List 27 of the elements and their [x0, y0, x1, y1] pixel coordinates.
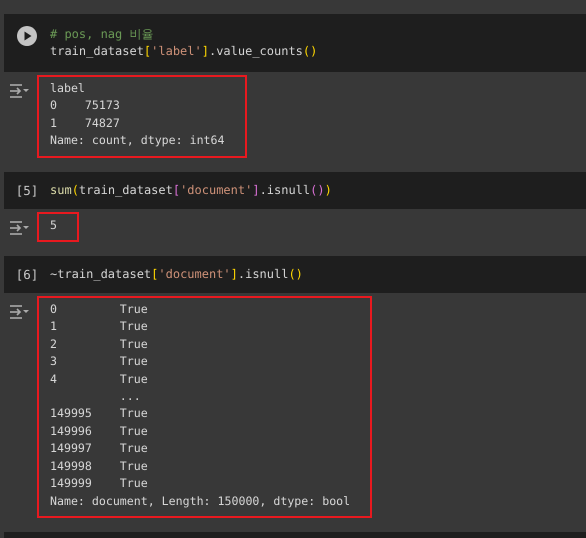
code-line: sum(train_dataset['document'].isnull())	[50, 182, 332, 199]
output-line: 149998 True	[50, 458, 149, 475]
output-line: 3 True	[50, 353, 149, 370]
run-button[interactable]	[17, 26, 37, 46]
execution-count: [5]	[16, 182, 38, 199]
output-line: 149999 True	[50, 475, 149, 492]
output-line: 2 True	[50, 336, 149, 353]
output-toggle-icon[interactable]	[8, 83, 28, 99]
code-line: train_dataset['label'].value_counts()	[50, 43, 318, 60]
output-line: ...	[118, 388, 142, 406]
output-line: 1 74827	[50, 114, 121, 132]
output-line: 5	[50, 216, 57, 234]
output-line: 4 True	[50, 370, 149, 388]
execution-count: [6]	[16, 266, 38, 284]
output-line: label	[50, 80, 86, 97]
output-line: 0 True	[50, 301, 149, 318]
output-line: 149996 True	[50, 422, 149, 440]
output-line: 149995 True	[50, 405, 149, 422]
output-line: 0 75173	[50, 97, 121, 114]
output-line: Name: document, Length: 150000, dtype: bool	[50, 492, 350, 510]
output-line: 1 True	[50, 318, 149, 336]
output-toggle-icon[interactable]	[8, 220, 28, 236]
code-line: ~train_dataset['document'].isnull()	[50, 266, 303, 284]
output-line: 149997 True	[50, 440, 149, 458]
code-comment: # pos, nag 비율	[50, 26, 154, 43]
output-line: Name: count, dtype: int64	[50, 132, 225, 150]
output-toggle-icon[interactable]	[8, 304, 28, 320]
